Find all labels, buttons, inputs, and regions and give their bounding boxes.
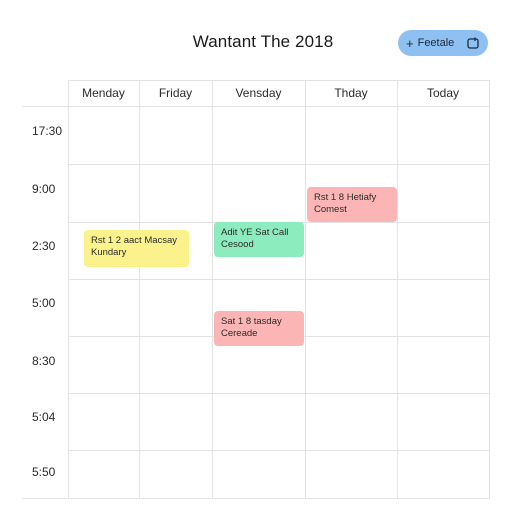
time-label: 5:00	[32, 296, 56, 310]
create-event-button[interactable]: + Feetale	[398, 30, 488, 56]
create-button-label: Feetale	[417, 37, 455, 49]
event-subtitle: Cesood	[221, 239, 254, 250]
time-label: 5:50	[32, 465, 56, 479]
grid-line	[68, 450, 490, 451]
event-subtitle: Comest	[314, 204, 347, 215]
day-header-thday[interactable]: Thday	[305, 80, 397, 106]
grid-line	[68, 393, 490, 394]
grid-line	[397, 80, 398, 499]
week-grid: Menday Friday Vensday Thday Today 17:30 …	[22, 80, 490, 500]
day-header-menday[interactable]: Menday	[68, 80, 139, 106]
time-label: 8:30	[32, 354, 56, 368]
grid-line	[212, 80, 213, 499]
event-title: Sat 1 8 tasday	[221, 316, 282, 327]
calendar-page: Wantant The 2018 + Feetale Menday Friday…	[0, 0, 512, 512]
calendar-event[interactable]: Sat 1 8 tasday Cereade	[214, 311, 304, 346]
time-label: 2:30	[32, 239, 56, 253]
grid-line	[22, 498, 490, 499]
calendar-event[interactable]: Rst 1 8 Hetiafy Comest	[307, 187, 397, 222]
calendar-event[interactable]: Adit YE Sat Call Cesood	[214, 222, 304, 257]
time-label: 5:04	[32, 410, 56, 424]
day-header-friday[interactable]: Friday	[139, 80, 212, 106]
event-title: Adit YE Sat Call	[221, 227, 289, 238]
plus-icon: +	[406, 35, 414, 51]
day-header-today[interactable]: Today	[397, 80, 489, 106]
event-title: Rst 1 8 Hetiafy	[314, 192, 377, 203]
grid-line	[22, 106, 490, 107]
page-title: Wantant The 2018	[192, 32, 334, 51]
event-title: Rst 1 2 aact Macsay	[91, 235, 178, 246]
grid-line	[139, 80, 140, 499]
grid-line	[68, 279, 490, 280]
calendar-icon	[467, 37, 479, 49]
calendar-event[interactable]: Rst 1 2 aact Macsay Kundary	[84, 230, 189, 267]
event-subtitle: Kundary	[91, 247, 127, 258]
day-header-vensday[interactable]: Vensday	[212, 80, 305, 106]
grid-line	[68, 80, 69, 499]
time-label: 17:30	[32, 124, 63, 138]
grid-line	[68, 164, 490, 165]
grid-line	[305, 80, 306, 499]
grid-line	[489, 80, 490, 499]
event-subtitle: Cereade	[221, 328, 258, 339]
time-label: 9:00	[32, 182, 56, 196]
